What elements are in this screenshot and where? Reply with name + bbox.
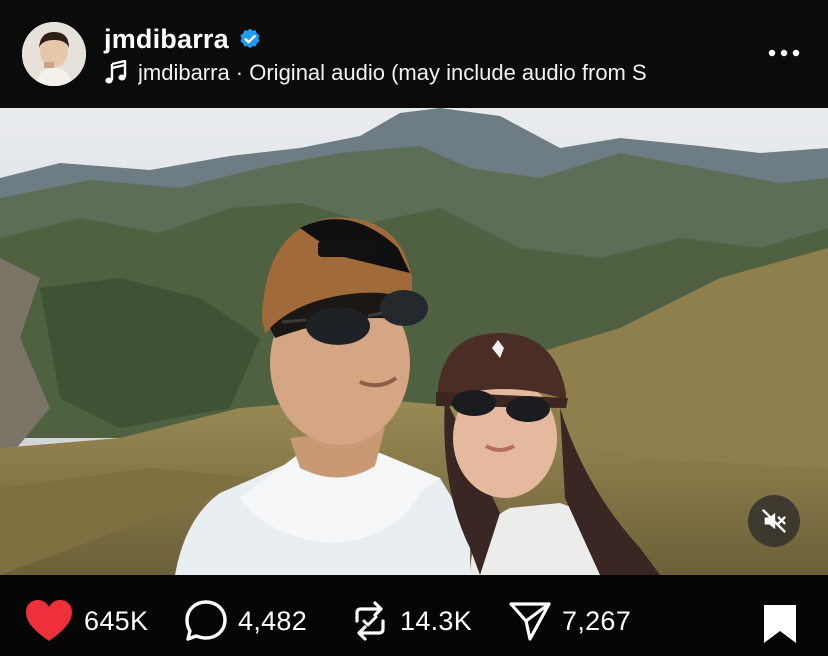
like-count: 645K — [84, 605, 149, 636]
send-icon — [509, 602, 551, 641]
mute-toggle-button[interactable] — [748, 495, 800, 547]
share-button[interactable]: 7,267 — [508, 599, 631, 643]
more-options-icon[interactable] — [766, 40, 802, 66]
speaker-muted-icon — [762, 509, 786, 533]
comment-count: 4,482 — [238, 605, 308, 636]
post-header: jmdibarra jmdibarra · Original audio (ma… — [0, 0, 828, 108]
bookmark-filled-icon[interactable] — [762, 603, 798, 645]
heart-filled-icon — [26, 600, 72, 641]
avatar[interactable] — [22, 22, 86, 86]
like-button[interactable]: 645K — [24, 599, 148, 643]
repost-count: 14.3K — [400, 605, 473, 636]
action-bar: 645K 4,482 14.3K 7,267 — [0, 575, 828, 656]
audio-attribution[interactable]: jmdibarra · Original audio (may include … — [104, 60, 724, 86]
share-count: 7,267 — [562, 605, 632, 636]
verified-badge-icon — [237, 27, 263, 53]
username[interactable]: jmdibarra — [104, 24, 229, 55]
comment-button[interactable]: 4,482 — [184, 599, 307, 643]
music-note-icon — [104, 60, 128, 86]
repost-button[interactable]: 14.3K — [350, 599, 472, 643]
repost-icon — [355, 601, 385, 641]
comment-bubble-icon — [185, 600, 227, 641]
audio-text: jmdibarra · Original audio (may include … — [138, 60, 647, 85]
video-player[interactable] — [0, 108, 828, 575]
username-row: jmdibarra — [104, 24, 263, 55]
video-frame — [0, 108, 828, 575]
